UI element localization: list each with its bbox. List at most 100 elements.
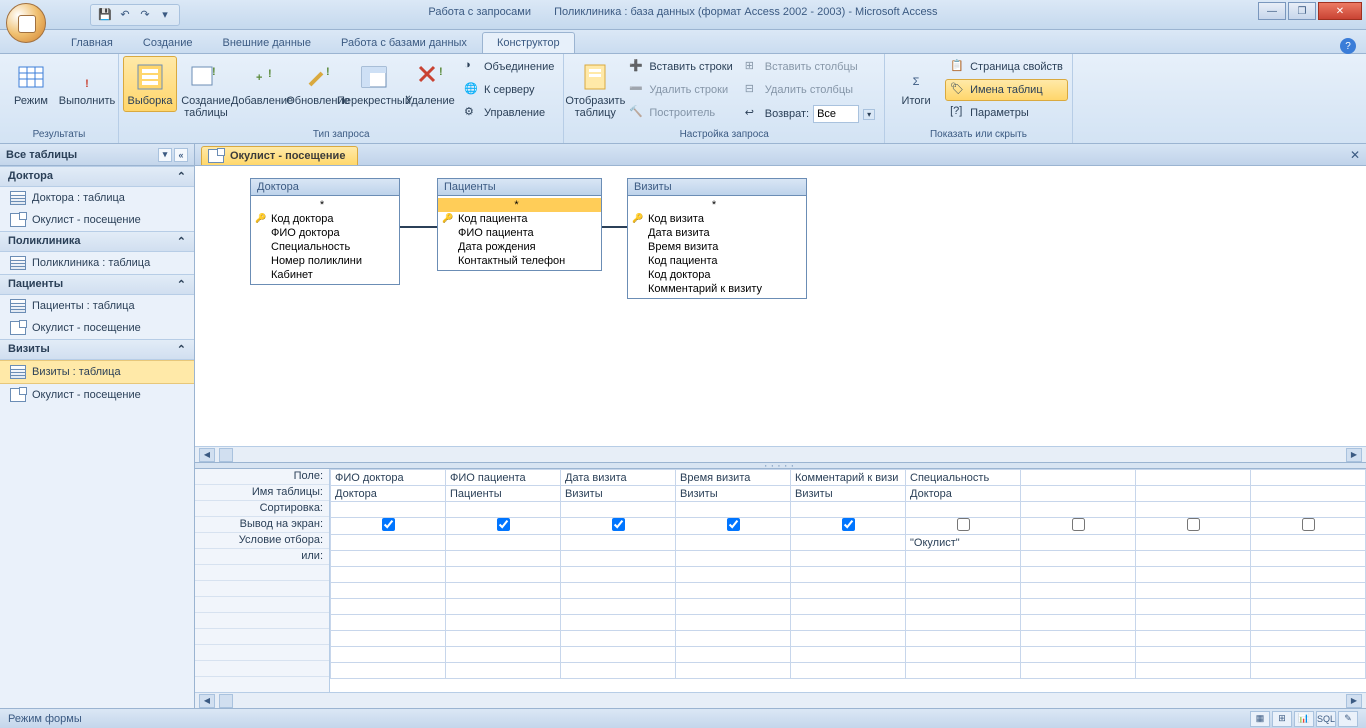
grid-cell[interactable] xyxy=(446,535,561,551)
grid-cell[interactable] xyxy=(331,647,446,663)
grid-cell[interactable] xyxy=(1251,647,1366,663)
scroll-thumb[interactable] xyxy=(219,448,233,462)
field-item[interactable]: Код визита xyxy=(628,212,806,226)
grid-cell[interactable] xyxy=(1251,551,1366,567)
delete-rows-button[interactable]: ➖Удалить строки xyxy=(624,79,737,101)
scroll-left-icon[interactable]: ◀ xyxy=(199,448,215,462)
nav-item-oculist-query-3[interactable]: Окулист - посещение xyxy=(0,384,194,406)
nav-category-patients[interactable]: Пациенты⌃ xyxy=(0,274,194,295)
office-button[interactable] xyxy=(6,3,46,43)
field-item[interactable]: Код пациента xyxy=(628,254,806,268)
field-item[interactable]: * xyxy=(628,198,806,212)
grid-cell[interactable] xyxy=(561,583,676,599)
grid-cell[interactable] xyxy=(331,518,446,535)
table-box-visits[interactable]: Визиты*Код визитаДата визитаВремя визита… xyxy=(627,178,807,299)
grid-cell[interactable]: Комментарий к визи xyxy=(791,470,906,486)
grid-cell[interactable] xyxy=(1021,583,1136,599)
grid-cell[interactable] xyxy=(1021,567,1136,583)
grid-cell[interactable] xyxy=(1021,551,1136,567)
grid-cell[interactable] xyxy=(561,535,676,551)
grid-cell[interactable] xyxy=(1251,583,1366,599)
table-names-button[interactable]: 🏷Имена таблиц xyxy=(945,79,1068,101)
grid-cell[interactable] xyxy=(1021,663,1136,679)
grid-cell[interactable] xyxy=(1136,486,1251,502)
crosstab-button[interactable]: Перекрестный xyxy=(347,56,401,112)
grid-cell[interactable] xyxy=(561,615,676,631)
grid-cell[interactable]: Визиты xyxy=(676,486,791,502)
field-item[interactable]: Код пациента xyxy=(438,212,601,226)
grid-cell[interactable] xyxy=(446,551,561,567)
show-checkbox[interactable] xyxy=(1072,518,1085,531)
grid-cell[interactable] xyxy=(906,502,1021,518)
grid-cell[interactable] xyxy=(561,599,676,615)
grid-cell[interactable] xyxy=(676,567,791,583)
builder-button[interactable]: 🔨Построитель xyxy=(624,102,737,124)
parameters-button[interactable]: [?]Параметры xyxy=(945,102,1068,124)
grid-cell[interactable] xyxy=(676,551,791,567)
grid-cell[interactable]: Визиты xyxy=(561,486,676,502)
undo-icon[interactable]: ↶ xyxy=(117,7,133,23)
grid-cell[interactable] xyxy=(1021,535,1136,551)
scroll-thumb[interactable] xyxy=(219,694,233,708)
grid-cell[interactable] xyxy=(791,502,906,518)
grid-cell[interactable] xyxy=(1251,486,1366,502)
grid-cell[interactable] xyxy=(331,631,446,647)
tab-database-tools[interactable]: Работа с базами данных xyxy=(326,32,482,53)
grid-cell[interactable] xyxy=(1251,535,1366,551)
nav-dropdown-icon[interactable]: ▾ xyxy=(158,148,172,162)
delete-query-button[interactable]: ! Удаление xyxy=(403,56,457,112)
select-query-button[interactable]: Выборка xyxy=(123,56,177,112)
grid-cell[interactable] xyxy=(446,567,561,583)
nav-item-oculist-query-2[interactable]: Окулист - посещение xyxy=(0,317,194,339)
show-checkbox[interactable] xyxy=(382,518,395,531)
grid-cell[interactable]: ФИО пациента xyxy=(446,470,561,486)
grid-cell[interactable] xyxy=(331,663,446,679)
grid-cell[interactable] xyxy=(1136,567,1251,583)
design-view-icon[interactable]: ✎ xyxy=(1338,711,1358,727)
field-item[interactable]: Время визита xyxy=(628,240,806,254)
grid-columns[interactable]: ФИО доктораФИО пациентаДата визитаВремя … xyxy=(330,469,1366,692)
grid-cell[interactable] xyxy=(791,518,906,535)
sql-view-button[interactable]: SQL xyxy=(1316,711,1336,727)
grid-cell[interactable] xyxy=(1136,502,1251,518)
grid-cell[interactable] xyxy=(1021,599,1136,615)
table-box-header[interactable]: Доктора xyxy=(251,179,399,196)
save-icon[interactable]: 💾 xyxy=(97,7,113,23)
pivot-table-icon[interactable]: ⊞ xyxy=(1272,711,1292,727)
grid-cell[interactable] xyxy=(1021,518,1136,535)
grid-cell[interactable] xyxy=(906,567,1021,583)
field-item[interactable]: Кабинет xyxy=(251,268,399,282)
scroll-right-icon[interactable]: ▶ xyxy=(1346,694,1362,708)
grid-cell[interactable] xyxy=(1136,631,1251,647)
append-button[interactable]: +! Добавление xyxy=(235,56,289,112)
tab-design[interactable]: Конструктор xyxy=(482,32,575,53)
grid-cell[interactable] xyxy=(446,502,561,518)
pivot-chart-icon[interactable]: 📊 xyxy=(1294,711,1314,727)
field-item[interactable]: Номер поликлини xyxy=(251,254,399,268)
field-item[interactable]: Специальность xyxy=(251,240,399,254)
tab-external-data[interactable]: Внешние данные xyxy=(208,32,326,53)
grid-cell[interactable] xyxy=(1136,535,1251,551)
field-item[interactable]: Дата визита xyxy=(628,226,806,240)
join-line[interactable] xyxy=(602,226,627,228)
scroll-right-icon[interactable]: ▶ xyxy=(1346,448,1362,462)
field-item[interactable]: ФИО пациента xyxy=(438,226,601,240)
insert-rows-button[interactable]: ➕Вставить строки xyxy=(624,56,737,78)
show-table-button[interactable]: Отобразить таблицу xyxy=(568,56,622,124)
grid-cell[interactable] xyxy=(1251,518,1366,535)
show-checkbox[interactable] xyxy=(612,518,625,531)
grid-cell[interactable] xyxy=(791,535,906,551)
grid-cell[interactable]: "Окулист" xyxy=(906,535,1021,551)
grid-cell[interactable] xyxy=(791,551,906,567)
return-combo[interactable]: ↩Возврат:▾ xyxy=(740,102,880,126)
grid-cell[interactable] xyxy=(561,502,676,518)
grid-cell[interactable] xyxy=(1021,631,1136,647)
grid-cell[interactable] xyxy=(1021,486,1136,502)
delete-columns-button[interactable]: ⊟Удалить столбцы xyxy=(740,79,880,101)
help-icon[interactable]: ? xyxy=(1340,38,1356,54)
nav-collapse-icon[interactable]: « xyxy=(174,148,188,162)
grid-cell[interactable]: Доктора xyxy=(331,486,446,502)
field-item[interactable]: ФИО доктора xyxy=(251,226,399,240)
nav-category-clinic[interactable]: Поликлиника⌃ xyxy=(0,231,194,252)
grid-cell[interactable] xyxy=(676,535,791,551)
